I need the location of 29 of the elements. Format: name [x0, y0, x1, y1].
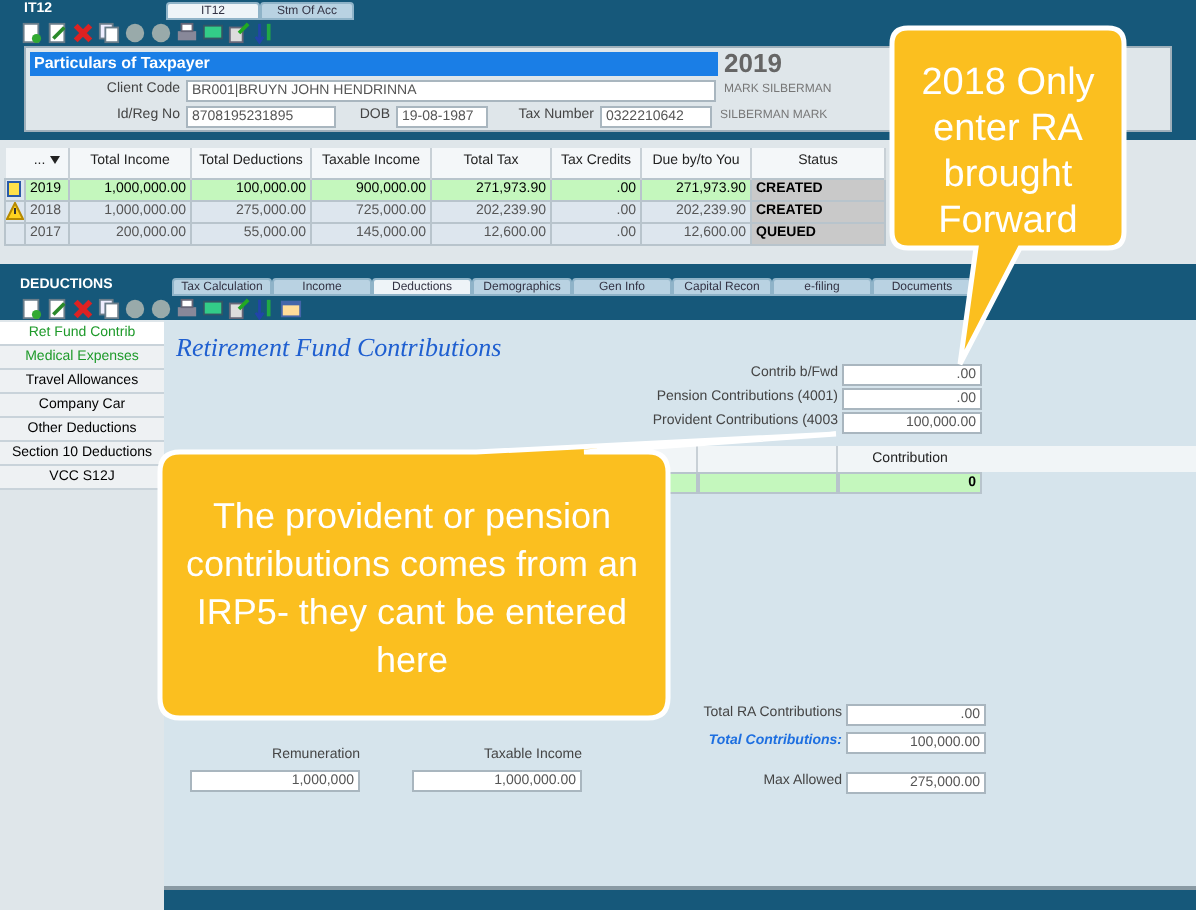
callout-text: The provident or pension contributions comes from an IRP5- they cant be entered here [183, 494, 641, 684]
circle-icon[interactable] [150, 297, 172, 319]
screen-icon[interactable] [202, 21, 224, 43]
table-cell [698, 471, 838, 493]
export-icon[interactable] [228, 21, 250, 43]
note-icon [6, 180, 22, 198]
circle-icon[interactable] [124, 297, 146, 319]
header-cell [5, 148, 25, 178]
panel-title: Particulars of Taxpayer [30, 52, 718, 76]
sort-icon[interactable] [254, 21, 276, 43]
screen-icon[interactable] [202, 297, 224, 319]
copy-icon[interactable] [98, 21, 120, 43]
sort-icon[interactable] [254, 297, 276, 319]
year-label: 2019 [724, 46, 782, 83]
printer-icon[interactable] [176, 21, 198, 43]
new-document-icon[interactable] [20, 297, 42, 319]
export-icon[interactable] [228, 297, 250, 319]
dropdown-arrow-icon[interactable] [49, 156, 60, 165]
edit-icon[interactable] [46, 21, 68, 43]
printer-icon[interactable] [176, 297, 198, 319]
copy-icon[interactable] [98, 297, 120, 319]
circle-icon[interactable] [150, 21, 172, 43]
form-title: Retirement Fund Contributions [174, 330, 504, 366]
warning-icon [6, 202, 24, 220]
circle-icon[interactable] [124, 21, 146, 43]
callout-text: 2018 Only enter RA brought Forward [919, 60, 1097, 244]
card-icon[interactable] [280, 297, 302, 319]
new-document-icon[interactable] [20, 21, 42, 43]
edit-icon[interactable] [46, 297, 68, 319]
